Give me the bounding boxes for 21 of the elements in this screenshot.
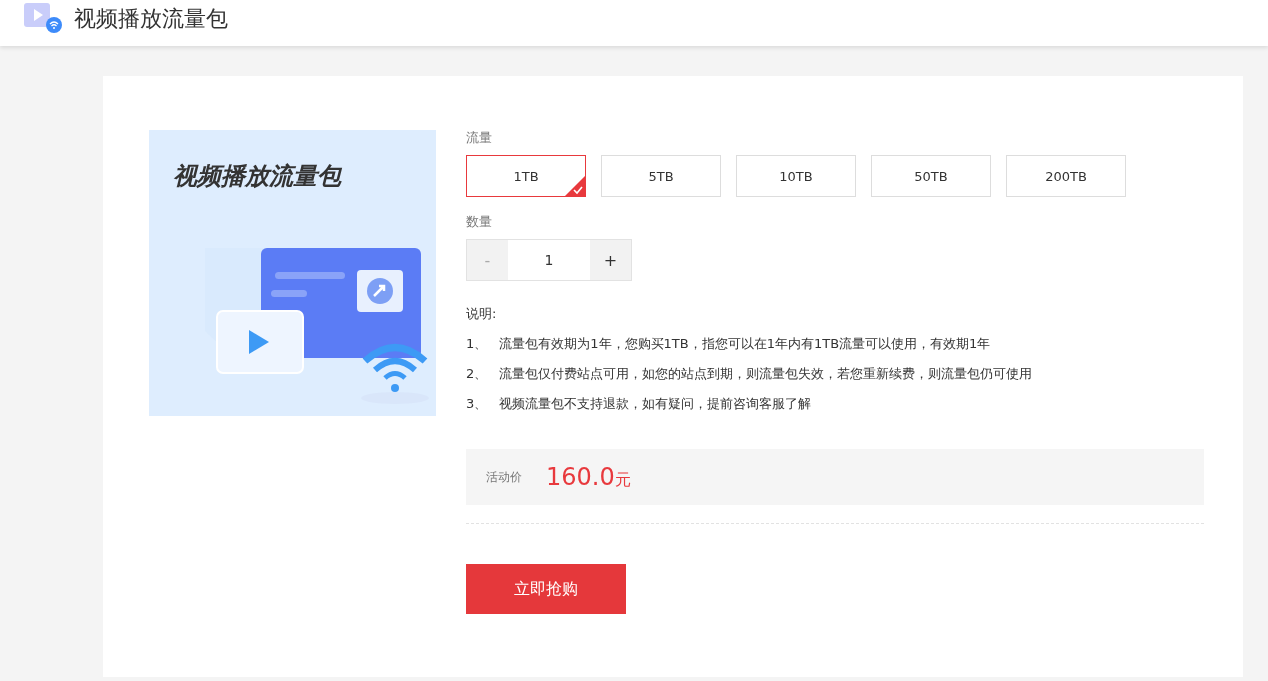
check-icon	[565, 176, 585, 196]
traffic-option[interactable]: 200TB	[1006, 155, 1126, 197]
quantity-label: 数量	[466, 214, 493, 230]
note-number: 2、	[466, 365, 488, 383]
note-number: 1、	[466, 335, 488, 353]
page-title: 视频播放流量包	[74, 5, 228, 33]
price-unit: 元	[614, 469, 631, 491]
illustration-title: 视频播放流量包	[173, 161, 341, 192]
note-text: 视频流量包不支持退款，如有疑问，提前咨询客服了解	[499, 395, 812, 413]
note-text: 流量包有效期为1年，您购买1TB，指您可以在1年内有1TB流量可以使用，有效期1年	[499, 335, 991, 353]
price-label: 活动价	[486, 468, 522, 486]
price-amount: 160.0	[546, 463, 615, 491]
note-text: 流量包仅付费站点可用，如您的站点到期，则流量包失效，若您重新续费，则流量包仍可使用	[499, 365, 1033, 383]
traffic-label: 流量	[466, 130, 493, 146]
buy-now-button[interactable]: 立即抢购	[466, 564, 626, 614]
notes-title: 说明:	[466, 305, 498, 323]
traffic-option[interactable]: 5TB	[601, 155, 721, 197]
traffic-option[interactable]: 10TB	[736, 155, 856, 197]
traffic-option[interactable]: 50TB	[871, 155, 991, 197]
note-number: 3、	[466, 395, 488, 413]
traffic-option[interactable]: 1TB	[466, 155, 586, 197]
